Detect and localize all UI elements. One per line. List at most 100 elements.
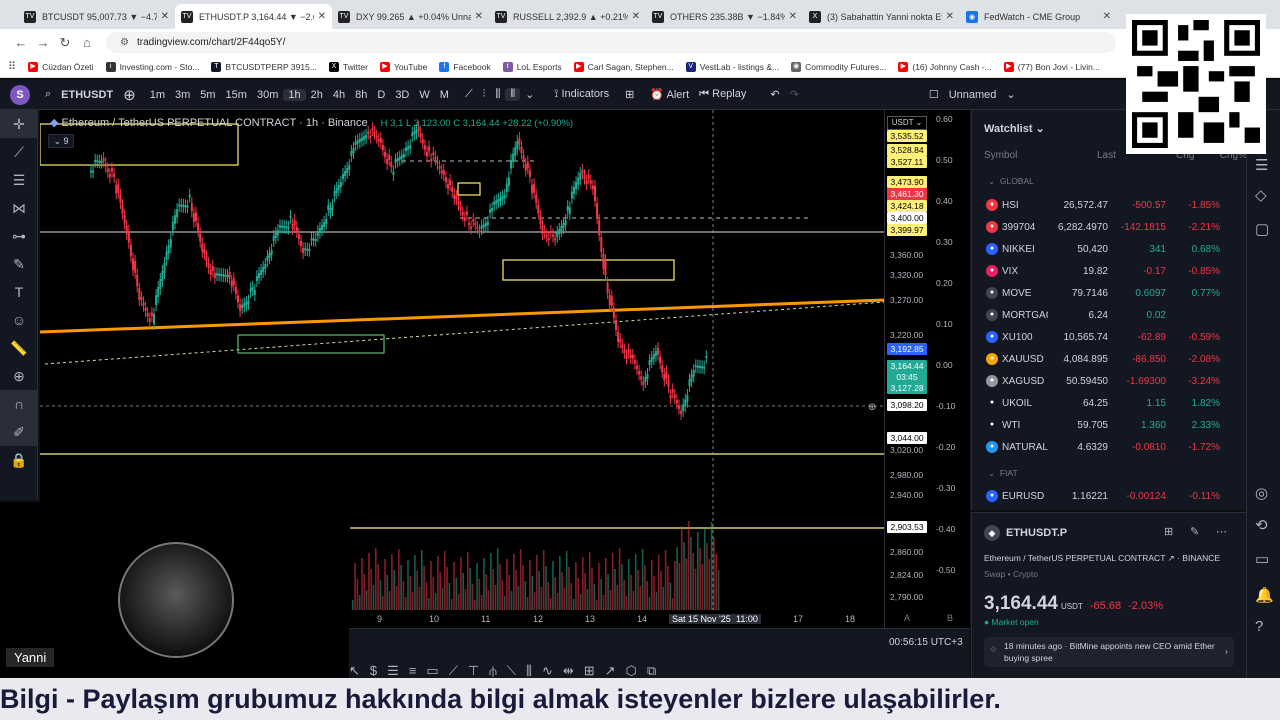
bookmark-item[interactable]: ▶ YouTube xyxy=(379,61,427,72)
currency-selector[interactable]: USDT ⌄ xyxy=(887,116,927,130)
price-label[interactable]: 3,192.85 xyxy=(887,343,927,355)
help-icon[interactable]: ? xyxy=(1255,618,1263,635)
interval-W[interactable]: W xyxy=(414,89,434,101)
reload-icon[interactable]: ↻ xyxy=(54,35,76,51)
chevron-down-icon[interactable]: ⌄ xyxy=(520,88,539,101)
price-label[interactable]: 3,473.90 xyxy=(887,176,927,188)
layout-checkbox-icon[interactable]: ☐ xyxy=(924,88,944,101)
details-symbol[interactable]: ETHUSDT.P xyxy=(1006,527,1067,539)
layout-name[interactable]: Unnamed xyxy=(944,89,1002,101)
time-axis[interactable]: 9 10 11 12 13 14 Sat 15 Nov '25 11:00 17 18 xyxy=(349,610,884,628)
lines-icon[interactable]: ☰ xyxy=(387,663,399,679)
watchlist-row[interactable]: ● MORTGAGE 6.24 0.02 xyxy=(972,304,1247,326)
lock-icon[interactable]: 🔒 xyxy=(0,446,38,474)
watchlist-header[interactable]: Watchlist ⌄ xyxy=(984,122,1045,135)
close-icon[interactable]: ✕ xyxy=(1103,11,1111,22)
path-icon[interactable]: ⟋ xyxy=(449,663,458,679)
alerts-sidebar-icon[interactable]: ◇ xyxy=(1255,186,1267,204)
price-scale[interactable]: USDT ⌄ 3,360.00 3,320.00 3,270.00 3,220.00 3… xyxy=(884,110,930,628)
scale-auto-button[interactable]: A xyxy=(904,613,910,623)
bookmark-item[interactable]: T BTCUSDTPERP 3915... xyxy=(211,61,317,72)
group-fiat[interactable]: ⌄ FIAT xyxy=(988,468,1018,479)
ideas-icon[interactable]: ⟲ xyxy=(1255,516,1268,534)
close-icon[interactable]: ✕ xyxy=(475,11,483,22)
notifications-icon[interactable]: 🔔 xyxy=(1255,586,1274,604)
ruler-icon[interactable]: 📏 xyxy=(0,334,38,362)
browser-tab[interactable]: TV DXY 99.265 ▲ +0.04% Unnam ✕ xyxy=(332,4,489,29)
price-label[interactable]: 3,424.18 xyxy=(887,200,927,212)
browser-tab[interactable]: ◉ FedWatch - CME Group ✕ xyxy=(960,4,1117,29)
user-avatar[interactable]: S xyxy=(10,84,30,105)
bookmark-item[interactable]: ▶ Carl Sagan, Stephen... xyxy=(573,61,674,72)
pitchfork-icon[interactable]: ⫛ xyxy=(489,663,497,679)
gann-icon[interactable]: ⟍ xyxy=(507,663,516,679)
emoji-icon[interactable]: ☺ xyxy=(0,306,38,334)
brush-icon[interactable]: ✎ xyxy=(0,250,38,278)
close-icon[interactable]: ✕ xyxy=(318,11,326,22)
interval-D[interactable]: D xyxy=(372,89,390,101)
bookmark-item[interactable]: X Twitter xyxy=(328,61,368,72)
grid-icon[interactable]: ⊞ xyxy=(1164,525,1173,538)
interval-30m[interactable]: 30m xyxy=(252,89,283,101)
chat-bubble-icon[interactable]: ▭ xyxy=(1255,550,1269,568)
rectangle-icon[interactable]: ▭ xyxy=(426,663,438,679)
table-icon[interactable]: ⊞ xyxy=(584,663,595,679)
interval-1h[interactable]: 1h xyxy=(283,88,306,101)
col-symbol[interactable]: Symbol xyxy=(984,150,1097,161)
more-icon[interactable]: ⋯ xyxy=(1216,525,1227,538)
bookmark-item[interactable]: t LoL Esports xyxy=(502,61,562,72)
watchlist-icon[interactable]: ☰ xyxy=(1255,156,1268,174)
watchlist-row[interactable]: ● NIKKEI 50,420 341 0.68% xyxy=(972,238,1247,260)
symbol-search[interactable]: ETHUSDT xyxy=(56,89,118,101)
price-label[interactable]: 3,461.30 xyxy=(887,188,927,200)
browser-tab[interactable]: TV RUSSELL 2,392.9 ▲ +0.21% U ✕ xyxy=(489,4,646,29)
clock-display[interactable]: 00:56:15 UTC+3 xyxy=(889,637,963,648)
price-label[interactable]: 3,098.20 xyxy=(887,399,927,411)
chat-icon[interactable]: ▢ xyxy=(1255,220,1269,238)
interval-2h[interactable]: 2h xyxy=(306,89,328,101)
column-chart-icon[interactable]: ⫴ xyxy=(505,88,521,101)
bookmark-item[interactable]: V VestLab - listings &... xyxy=(685,61,779,72)
line-chart-icon[interactable]: ⟋ xyxy=(460,88,478,101)
redo-icon[interactable]: ↷ xyxy=(785,88,804,101)
close-icon[interactable]: ✕ xyxy=(946,11,954,22)
arrow-icon[interactable]: ↗ xyxy=(605,663,616,679)
watchlist-row[interactable]: ● NATURALGAS 4.6329 -0.0810 -1.72% xyxy=(972,436,1247,458)
interval-3D[interactable]: 3D xyxy=(390,89,414,101)
close-icon[interactable]: ✕ xyxy=(789,11,797,22)
watchlist-row[interactable]: ● UKOIL 64.25 1.15 1.82% xyxy=(972,392,1247,414)
pattern-icon[interactable]: ⋈ xyxy=(0,194,38,222)
compare-add-icon[interactable]: ⊕ xyxy=(118,86,141,104)
range-icon[interactable]: ⇹ xyxy=(563,663,574,679)
price-label[interactable]: 3,528.84 xyxy=(887,144,927,156)
watchlist-row[interactable]: ● MOVE 79.7146 0.6097 0.77% xyxy=(972,282,1247,304)
fib-icon[interactable]: ☰ xyxy=(0,166,38,194)
browser-tab-active[interactable]: TV ETHUSDT.P 3,164.44 ▼ −2.03% ✕ xyxy=(175,4,332,29)
ray-icon[interactable]: ⊤ xyxy=(468,663,479,679)
magnet-icon[interactable]: ∩ xyxy=(0,390,38,418)
target-icon[interactable]: ◎ xyxy=(1255,484,1268,502)
bookmark-item[interactable]: f Facebook xyxy=(439,61,491,72)
chevron-down-icon[interactable]: ⌄ xyxy=(1001,88,1020,101)
url-field[interactable]: ⚙ tradingview.com/chart/2F44qo5Y/ xyxy=(106,32,1116,53)
bookmark-item[interactable]: ▶ (77) Bon Jovi - Livin... xyxy=(1003,61,1100,72)
apps-icon[interactable]: ⠿ xyxy=(8,60,16,73)
group-global[interactable]: ⌄ GLOBAL xyxy=(988,176,1034,187)
bookmark-item[interactable]: ▶ (16) Johnny Cash -... xyxy=(898,61,992,72)
oscillator-scale[interactable]: 0.60 0.50 0.40 0.30 0.20 0.10 0.00 -0.10 -0.20 -0… xyxy=(930,110,970,628)
interval-1m[interactable]: 1m xyxy=(145,89,170,101)
interval-5m[interactable]: 5m xyxy=(195,89,220,101)
wave-icon[interactable]: ∿ xyxy=(542,663,553,679)
legend-title[interactable]: Ethereum / TetherUS PERPETUAL CONTRACT ·… xyxy=(62,117,368,129)
zoom-in-icon[interactable]: ⊕ xyxy=(0,362,38,390)
bookmark-item[interactable]: i Investing.com - Sto... xyxy=(105,61,199,72)
interval-4h[interactable]: 4h xyxy=(328,89,350,101)
price-label[interactable]: 2,903.53 xyxy=(887,521,927,533)
external-link-icon[interactable]: ↗ xyxy=(1168,553,1175,563)
bars-pattern-icon[interactable]: ⫼ xyxy=(526,663,532,679)
layouts-icon[interactable]: ⊞ xyxy=(620,88,639,101)
watchlist-row[interactable]: ● EURUSD 1.16221 -0.00124 -0.11% xyxy=(972,485,1247,507)
price-label[interactable]: 3,399.97 xyxy=(887,224,927,236)
shapes-icon[interactable]: ⬡ xyxy=(626,663,637,679)
home-icon[interactable]: ⌂ xyxy=(76,35,98,50)
